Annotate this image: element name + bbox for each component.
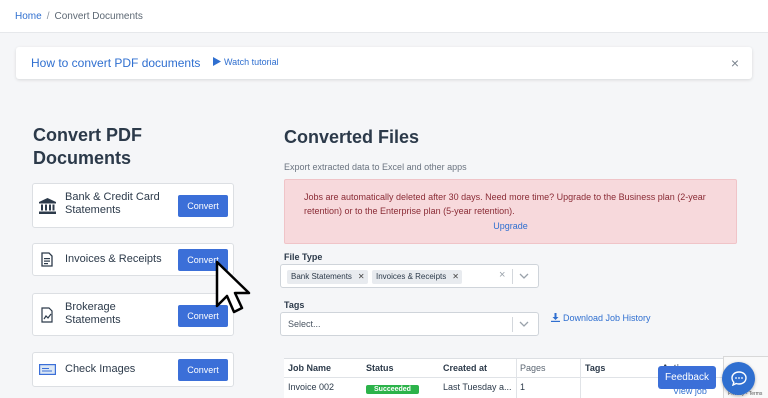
card-label: Check Images	[65, 363, 136, 375]
breadcrumb-separator: /	[46, 11, 50, 22]
col-header-pages[interactable]: Pages	[516, 359, 580, 378]
chevron-down-icon[interactable]	[519, 316, 529, 337]
card-label: Bank & Credit Card Statements	[65, 191, 160, 216]
created-cell: Last Tuesday a...	[443, 382, 512, 392]
card-invoices: Invoices & Receipts Convert	[32, 243, 234, 276]
tags-select[interactable]: Select...	[280, 312, 539, 336]
check-icon	[38, 353, 56, 386]
brokerage-icon	[38, 294, 56, 335]
remove-chip-icon[interactable]: ✕	[358, 272, 365, 281]
banner-title[interactable]: How to convert PDF documents	[31, 56, 200, 70]
column-divider	[580, 359, 581, 398]
status-cell: Succeeded	[366, 381, 419, 394]
download-icon	[551, 313, 560, 322]
breadcrumb: Home / Convert Documents	[0, 0, 768, 33]
retention-alert: Jobs are automatically deleted after 30 …	[284, 179, 737, 244]
status-badge: Succeeded	[366, 385, 419, 394]
convert-check-button[interactable]: Convert	[178, 359, 228, 381]
card-bank-statements: Bank & Credit Card Statements Convert	[32, 183, 234, 228]
chat-button[interactable]	[722, 362, 755, 395]
card-brokerage: Brokerage Statements Convert	[32, 293, 234, 336]
play-icon	[213, 57, 221, 66]
chevron-down-icon[interactable]	[519, 268, 529, 289]
card-label: Brokerage Statements	[65, 301, 121, 326]
select-divider	[512, 317, 513, 332]
column-divider	[516, 359, 517, 398]
tags-placeholder: Select...	[288, 319, 321, 329]
upgrade-link[interactable]: Upgrade	[285, 221, 736, 231]
convert-section-title: Convert PDF Documents	[33, 125, 143, 168]
tags-label: Tags	[284, 300, 305, 310]
chat-icon	[730, 371, 747, 386]
card-label: Invoices & Receipts	[65, 253, 162, 265]
file-type-label: File Type	[284, 252, 323, 262]
watch-tutorial-label: Watch tutorial	[224, 57, 279, 67]
converted-files-title: Converted Files	[284, 127, 420, 147]
pages-cell: 1	[520, 382, 526, 392]
receipt-icon	[38, 244, 56, 275]
job-name-cell[interactable]: Invoice 002	[288, 380, 334, 392]
export-subtitle: Export extracted data to Excel and other…	[284, 162, 467, 172]
file-type-chip: Bank Statements ✕	[287, 270, 368, 284]
col-header-created[interactable]: Created at	[438, 359, 516, 378]
select-divider	[512, 269, 513, 284]
mouse-cursor-icon	[214, 260, 252, 321]
download-history-link[interactable]: Download Job History	[551, 313, 651, 323]
chip-label: Bank Statements	[291, 272, 352, 281]
file-type-select[interactable]: Bank Statements ✕ Invoices & Receipts ✕ ×	[280, 264, 539, 288]
remove-chip-icon[interactable]: ✕	[452, 272, 459, 281]
download-history-label: Download Job History	[563, 313, 651, 323]
bank-icon	[38, 184, 56, 227]
file-type-chip: Invoices & Receipts ✕	[372, 270, 462, 284]
tutorial-banner: How to convert PDF documents Watch tutor…	[16, 47, 752, 79]
feedback-button[interactable]: Feedback	[658, 366, 716, 389]
alert-message: Jobs are automatically deleted after 30 …	[304, 192, 706, 216]
close-banner-icon[interactable]: ×	[731, 55, 739, 71]
card-check-images: Check Images Convert	[32, 352, 234, 387]
chip-label: Invoices & Receipts	[376, 272, 447, 281]
col-header-job-name[interactable]: Job Name	[284, 359, 360, 378]
breadcrumb-home-link[interactable]: Home	[15, 11, 42, 22]
convert-bank-button[interactable]: Convert	[178, 195, 228, 217]
breadcrumb-current: Convert Documents	[54, 11, 143, 22]
col-header-status[interactable]: Status	[360, 359, 438, 378]
watch-tutorial-link[interactable]: Watch tutorial	[213, 57, 279, 67]
col-header-tags[interactable]: Tags	[580, 359, 662, 378]
clear-selection-icon[interactable]: ×	[499, 269, 505, 281]
